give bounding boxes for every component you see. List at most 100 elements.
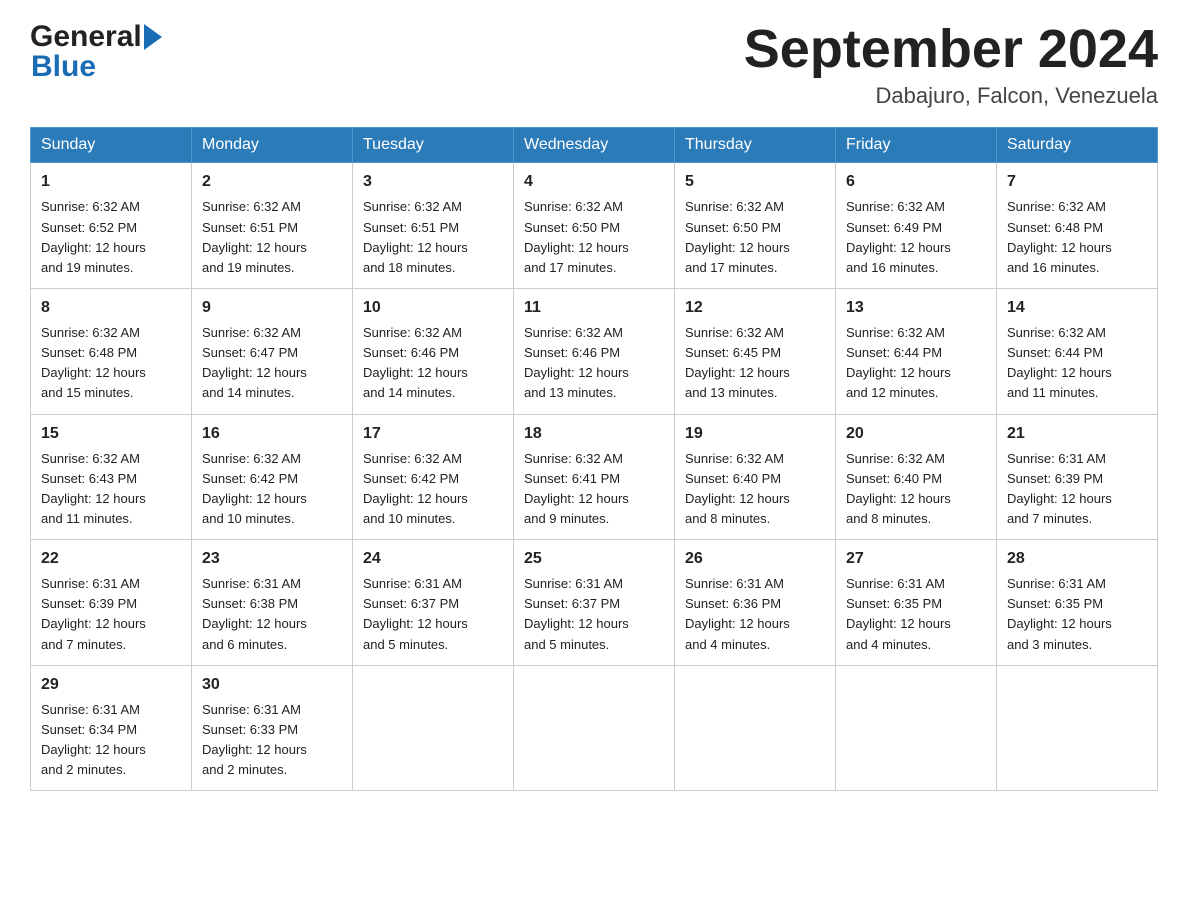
sunset-label: Sunset: 6:37 PM [363,596,459,611]
calendar-table: Sunday Monday Tuesday Wednesday Thursday… [30,127,1158,791]
sunrise-label: Sunrise: 6:32 AM [524,451,623,466]
day-number: 2 [202,170,342,194]
sunset-label: Sunset: 6:51 PM [202,220,298,235]
sunrise-label: Sunrise: 6:31 AM [524,576,623,591]
header-thursday: Thursday [675,128,836,163]
table-row: 13 Sunrise: 6:32 AM Sunset: 6:44 PM Dayl… [836,288,997,414]
day-info: Sunrise: 6:32 AM Sunset: 6:44 PM Dayligh… [846,323,986,404]
daylight-minutes: and 11 minutes. [1007,385,1099,400]
month-title: September 2024 [744,20,1158,79]
header-wednesday: Wednesday [514,128,675,163]
day-info: Sunrise: 6:31 AM Sunset: 6:37 PM Dayligh… [363,574,503,655]
day-info: Sunrise: 6:31 AM Sunset: 6:39 PM Dayligh… [41,574,181,655]
daylight-label: Daylight: 12 hours [1007,365,1112,380]
location-title: Dabajuro, Falcon, Venezuela [744,83,1158,109]
table-row: 19 Sunrise: 6:32 AM Sunset: 6:40 PM Dayl… [675,414,836,540]
daylight-minutes: and 10 minutes. [363,511,456,526]
calendar-week-row: 29 Sunrise: 6:31 AM Sunset: 6:34 PM Dayl… [31,665,1158,791]
daylight-minutes: and 8 minutes. [685,511,770,526]
title-section: September 2024 Dabajuro, Falcon, Venezue… [744,20,1158,109]
sunset-label: Sunset: 6:48 PM [1007,220,1103,235]
day-info: Sunrise: 6:31 AM Sunset: 6:34 PM Dayligh… [41,700,181,781]
daylight-minutes: and 17 minutes. [524,260,617,275]
sunset-label: Sunset: 6:44 PM [1007,345,1103,360]
daylight-label: Daylight: 12 hours [846,365,951,380]
daylight-label: Daylight: 12 hours [363,240,468,255]
logo: General Blue [30,20,162,84]
day-number: 7 [1007,170,1147,194]
day-info: Sunrise: 6:32 AM Sunset: 6:46 PM Dayligh… [524,323,664,404]
daylight-label: Daylight: 12 hours [202,240,307,255]
daylight-minutes: and 11 minutes. [41,511,133,526]
daylight-minutes: and 18 minutes. [363,260,456,275]
sunset-label: Sunset: 6:37 PM [524,596,620,611]
daylight-label: Daylight: 12 hours [202,742,307,757]
daylight-minutes: and 2 minutes. [202,762,287,777]
table-row: 21 Sunrise: 6:31 AM Sunset: 6:39 PM Dayl… [997,414,1158,540]
day-number: 4 [524,170,664,194]
table-row: 5 Sunrise: 6:32 AM Sunset: 6:50 PM Dayli… [675,163,836,289]
table-row: 25 Sunrise: 6:31 AM Sunset: 6:37 PM Dayl… [514,540,675,666]
table-row: 18 Sunrise: 6:32 AM Sunset: 6:41 PM Dayl… [514,414,675,540]
daylight-minutes: and 19 minutes. [41,260,134,275]
sunrise-label: Sunrise: 6:32 AM [524,325,623,340]
day-number: 20 [846,422,986,446]
daylight-minutes: and 14 minutes. [202,385,295,400]
daylight-minutes: and 16 minutes. [1007,260,1100,275]
table-row [997,665,1158,791]
daylight-minutes: and 19 minutes. [202,260,295,275]
sunrise-label: Sunrise: 6:31 AM [846,576,945,591]
table-row: 17 Sunrise: 6:32 AM Sunset: 6:42 PM Dayl… [353,414,514,540]
daylight-label: Daylight: 12 hours [363,491,468,506]
day-number: 1 [41,170,181,194]
day-number: 29 [41,673,181,697]
daylight-minutes: and 4 minutes. [685,637,770,652]
daylight-label: Daylight: 12 hours [846,240,951,255]
daylight-minutes: and 14 minutes. [363,385,456,400]
table-row [675,665,836,791]
sunrise-label: Sunrise: 6:32 AM [685,325,784,340]
sunrise-label: Sunrise: 6:31 AM [41,576,140,591]
day-info: Sunrise: 6:32 AM Sunset: 6:52 PM Dayligh… [41,197,181,278]
table-row [836,665,997,791]
calendar-week-row: 22 Sunrise: 6:31 AM Sunset: 6:39 PM Dayl… [31,540,1158,666]
day-number: 23 [202,547,342,571]
sunrise-label: Sunrise: 6:32 AM [846,325,945,340]
page-header: General Blue September 2024 Dabajuro, Fa… [30,20,1158,109]
daylight-label: Daylight: 12 hours [685,240,790,255]
daylight-minutes: and 4 minutes. [846,637,931,652]
daylight-label: Daylight: 12 hours [41,742,146,757]
sunrise-label: Sunrise: 6:32 AM [202,199,301,214]
daylight-minutes: and 10 minutes. [202,511,295,526]
day-number: 13 [846,296,986,320]
table-row: 27 Sunrise: 6:31 AM Sunset: 6:35 PM Dayl… [836,540,997,666]
sunrise-label: Sunrise: 6:31 AM [41,702,140,717]
sunrise-label: Sunrise: 6:32 AM [1007,199,1106,214]
daylight-label: Daylight: 12 hours [685,491,790,506]
day-info: Sunrise: 6:32 AM Sunset: 6:49 PM Dayligh… [846,197,986,278]
daylight-minutes: and 6 minutes. [202,637,287,652]
daylight-label: Daylight: 12 hours [685,365,790,380]
daylight-label: Daylight: 12 hours [41,365,146,380]
calendar-week-row: 1 Sunrise: 6:32 AM Sunset: 6:52 PM Dayli… [31,163,1158,289]
day-info: Sunrise: 6:32 AM Sunset: 6:43 PM Dayligh… [41,449,181,530]
day-info: Sunrise: 6:32 AM Sunset: 6:41 PM Dayligh… [524,449,664,530]
day-number: 30 [202,673,342,697]
day-number: 21 [1007,422,1147,446]
daylight-label: Daylight: 12 hours [363,616,468,631]
daylight-minutes: and 7 minutes. [41,637,126,652]
daylight-minutes: and 13 minutes. [524,385,617,400]
sunrise-label: Sunrise: 6:31 AM [202,702,301,717]
sunset-label: Sunset: 6:41 PM [524,471,620,486]
day-number: 10 [363,296,503,320]
table-row: 26 Sunrise: 6:31 AM Sunset: 6:36 PM Dayl… [675,540,836,666]
daylight-label: Daylight: 12 hours [202,616,307,631]
table-row: 1 Sunrise: 6:32 AM Sunset: 6:52 PM Dayli… [31,163,192,289]
daylight-minutes: and 2 minutes. [41,762,126,777]
day-number: 27 [846,547,986,571]
sunset-label: Sunset: 6:42 PM [363,471,459,486]
sunset-label: Sunset: 6:52 PM [41,220,137,235]
sunrise-label: Sunrise: 6:31 AM [202,576,301,591]
daylight-label: Daylight: 12 hours [1007,616,1112,631]
day-number: 15 [41,422,181,446]
